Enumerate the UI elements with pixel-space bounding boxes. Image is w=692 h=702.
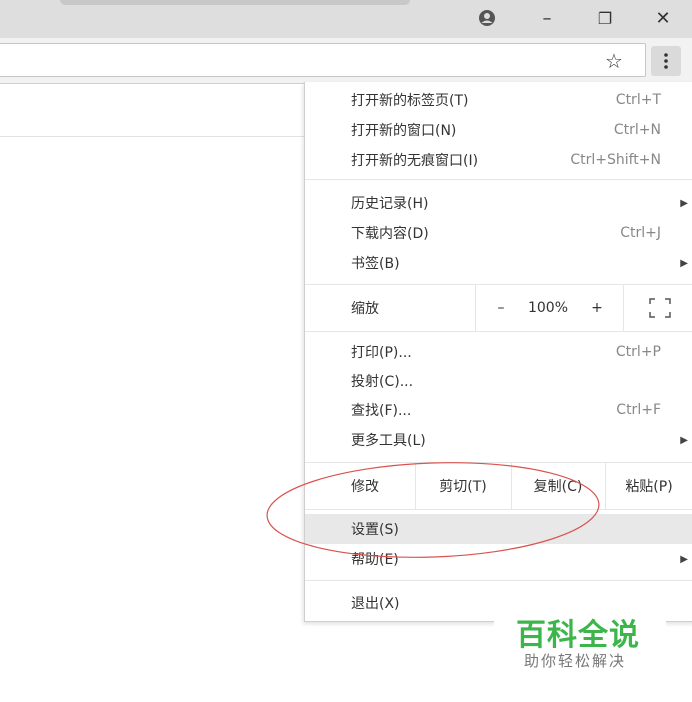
kebab-menu-icon [664, 53, 668, 69]
menu-item-label: 设置(S) [351, 522, 399, 538]
menu-separator [305, 580, 692, 581]
menu-item-label: 书签(B) [351, 256, 400, 272]
title-bar: – ❐ ✕ [0, 0, 692, 38]
edit-row: 修改 剪切(T) 复制(C) 粘贴(P) [305, 463, 692, 509]
menu-item-label: 查找(F)... [351, 403, 412, 419]
zoom-in-button[interactable]: + [587, 285, 607, 331]
submenu-arrow-icon: ▶ [680, 553, 688, 565]
profile-icon[interactable] [464, 0, 510, 36]
menu-separator [305, 331, 692, 332]
copy-button[interactable]: 复制(C) [511, 463, 605, 509]
zoom-out-button[interactable]: – [491, 285, 511, 331]
menu-item-shortcut: Ctrl+J [620, 225, 661, 241]
page-content-divider [0, 136, 306, 137]
menu-item-label: 打开新的窗口(N) [351, 123, 457, 139]
browser-toolbar: ☆ [0, 38, 692, 84]
menu-item-label: 打印(P)... [351, 345, 412, 361]
menu-item-shortcut: Ctrl+P [615, 344, 661, 360]
menu-item-label: 更多工具(L) [351, 433, 426, 449]
menu-item-shortcut: Ctrl+N [613, 122, 661, 138]
cut-button[interactable]: 剪切(T) [415, 463, 511, 509]
zoom-label: 缩放 [351, 301, 379, 317]
menu-item-incognito[interactable]: 打开新的无痕窗口(I) Ctrl+Shift+N [305, 145, 692, 175]
menu-item-settings[interactable]: 设置(S) [305, 514, 692, 544]
watermark-subtitle: 助你轻松解决 [524, 652, 627, 670]
zoom-row: 缩放 – 100% + [305, 285, 692, 331]
menu-item-label: 帮助(E) [351, 552, 399, 568]
menu-item-shortcut: Ctrl+T [615, 92, 661, 108]
menu-separator [305, 179, 692, 180]
watermark: 百科全说 助你轻松解决 [494, 596, 666, 676]
fullscreen-button[interactable] [645, 285, 675, 331]
menu-item-cast[interactable]: 投射(C)... [305, 366, 692, 396]
watermark-title: 百科全说 [516, 618, 640, 653]
zoom-level: 100% [527, 300, 569, 316]
chrome-main-menu: 打开新的标签页(T) Ctrl+T 打开新的窗口(N) Ctrl+N 打开新的无… [304, 82, 692, 622]
menu-item-shortcut: Ctrl+Shift+N [570, 152, 661, 168]
fullscreen-icon [649, 298, 671, 318]
menu-item-label: 投射(C)... [351, 374, 414, 390]
paste-button[interactable]: 粘贴(P) [605, 463, 692, 509]
menu-item-print[interactable]: 打印(P)... Ctrl+P [305, 337, 692, 367]
close-button[interactable]: ✕ [640, 0, 686, 36]
minimize-button[interactable]: – [524, 0, 570, 36]
edit-label: 修改 [351, 479, 379, 495]
address-bar[interactable]: ☆ [0, 43, 646, 77]
menu-item-history[interactable]: 历史记录(H) ▶ [305, 188, 692, 218]
menu-item-label: 打开新的无痕窗口(I) [351, 153, 479, 169]
submenu-arrow-icon: ▶ [680, 257, 688, 269]
restore-button[interactable]: ❐ [582, 0, 628, 36]
menu-item-new-tab[interactable]: 打开新的标签页(T) Ctrl+T [305, 85, 692, 115]
menu-item-label: 历史记录(H) [351, 196, 429, 212]
tab-strip-edge [60, 0, 410, 5]
menu-item-find[interactable]: 查找(F)... Ctrl+F [305, 395, 692, 425]
menu-separator [305, 509, 692, 510]
zoom-divider [475, 285, 476, 331]
menu-item-label: 退出(X) [351, 596, 400, 612]
submenu-arrow-icon: ▶ [680, 434, 688, 446]
menu-item-bookmarks[interactable]: 书签(B) ▶ [305, 248, 692, 278]
menu-item-shortcut: Ctrl+F [616, 402, 661, 418]
menu-item-new-window[interactable]: 打开新的窗口(N) Ctrl+N [305, 115, 692, 145]
menu-item-label: 打开新的标签页(T) [351, 93, 469, 109]
chrome-menu-button[interactable] [651, 46, 681, 76]
bookmark-star-icon[interactable]: ☆ [605, 50, 623, 72]
menu-item-downloads[interactable]: 下载内容(D) Ctrl+J [305, 218, 692, 248]
menu-item-label: 下载内容(D) [351, 226, 429, 242]
zoom-divider [623, 285, 624, 331]
menu-item-help[interactable]: 帮助(E) ▶ [305, 544, 692, 574]
submenu-arrow-icon: ▶ [680, 197, 688, 209]
menu-item-more-tools[interactable]: 更多工具(L) ▶ [305, 425, 692, 455]
